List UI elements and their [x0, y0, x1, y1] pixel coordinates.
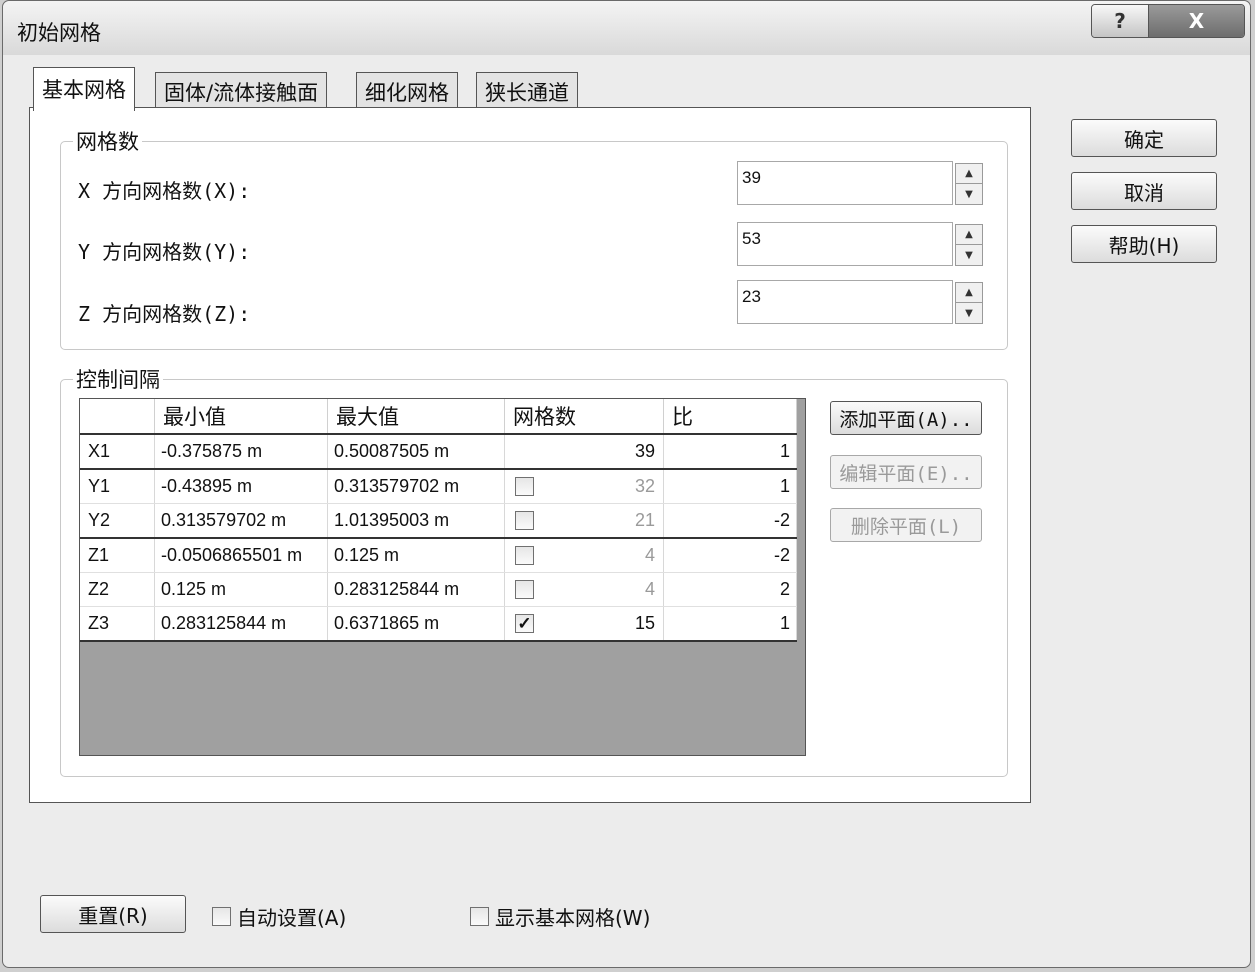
y-cells-input[interactable]: 53	[737, 222, 953, 266]
cells-cell[interactable]: 4	[504, 572, 664, 607]
delete-plane-button[interactable]: 删除平面(L)	[830, 508, 982, 542]
edit-plane-button[interactable]: 编辑平面(E)..	[830, 455, 982, 489]
z-cells-input[interactable]: 23	[737, 280, 953, 324]
table-header-row: 最小值 最大值 网格数 比	[80, 399, 797, 435]
min-cell[interactable]: -0.375875 m	[154, 434, 328, 470]
row-header-cell[interactable]: Z3	[80, 606, 155, 642]
min-cell[interactable]: -0.0506865501 m	[154, 538, 328, 573]
y-cells-label: Y 方向网格数(Y):	[78, 240, 251, 264]
z-cells-spinner[interactable]: ▲ ▼	[955, 282, 983, 324]
ok-button[interactable]: 确定	[1071, 119, 1217, 157]
cells-value: 32	[634, 476, 655, 496]
row-header-cell[interactable]: Y2	[80, 503, 155, 539]
col-header-name	[80, 399, 155, 435]
control-intervals-legend: 控制间隔	[73, 364, 163, 394]
window-title: 初始网格	[17, 21, 101, 45]
reset-button[interactable]: 重置(R)	[40, 895, 186, 933]
close-caption-button[interactable]: X	[1149, 5, 1244, 37]
table-row[interactable]: Z3 0.283125844 m 0.6371865 m ✓ 15 1	[80, 606, 797, 642]
table-row[interactable]: Y1 -0.43895 m 0.313579702 m 32 1	[80, 469, 797, 504]
max-cell[interactable]: 1.01395003 m	[327, 503, 505, 539]
max-cell[interactable]: 0.6371865 m	[327, 606, 505, 642]
row-header-cell[interactable]: Z2	[80, 572, 155, 607]
help-button[interactable]: 帮助(H)	[1071, 225, 1217, 263]
title-bar: 初始网格 ? X	[3, 1, 1250, 55]
show-basic-mesh-checkbox[interactable]	[470, 907, 489, 926]
min-cell[interactable]: 0.125 m	[154, 572, 328, 607]
show-basic-mesh-option[interactable]: 显示基本网格(W)	[470, 902, 650, 931]
x-cells-label: X 方向网格数(X):	[78, 179, 251, 203]
tab-narrow-channels[interactable]: 狭长通道	[476, 72, 578, 108]
row-header-cell[interactable]: X1	[80, 434, 155, 470]
ratio-cell[interactable]: 1	[663, 469, 797, 504]
spin-down-icon[interactable]: ▼	[956, 245, 982, 265]
cancel-button[interactable]: 取消	[1071, 172, 1217, 210]
cells-cell[interactable]: 39	[504, 434, 664, 470]
add-plane-button[interactable]: 添加平面(A)..	[830, 401, 982, 435]
cells-value: 4	[644, 545, 655, 565]
spin-down-icon[interactable]: ▼	[956, 303, 982, 323]
checkbox-icon[interactable]	[515, 546, 534, 565]
checkbox-icon[interactable]	[515, 580, 534, 599]
auto-settings-option[interactable]: 自动设置(A)	[212, 902, 346, 931]
table-row[interactable]: Z2 0.125 m 0.283125844 m 42	[80, 572, 797, 607]
cells-value: 4	[644, 579, 655, 599]
help-caption-button[interactable]: ?	[1092, 5, 1149, 37]
table-row[interactable]: Y2 0.313579702 m 1.01395003 m 21 -2	[80, 503, 797, 539]
min-cell[interactable]: 0.313579702 m	[154, 503, 328, 539]
max-cell[interactable]: 0.283125844 m	[327, 572, 505, 607]
tab-solid-fluid-interface[interactable]: 固体/流体接触面	[155, 72, 328, 108]
show-basic-mesh-label: 显示基本网格(W)	[495, 906, 651, 930]
ratio-cell[interactable]: 1	[663, 606, 797, 642]
checkbox-icon[interactable]	[515, 477, 534, 496]
intervals-grid: 最小值 最大值 网格数 比 X1 -0.375875 m 0.50087505 m 3…	[80, 399, 797, 642]
control-intervals-table[interactable]: 最小值 最大值 网格数 比 X1 -0.375875 m 0.50087505 m 3…	[79, 398, 806, 756]
spin-up-icon[interactable]: ▲	[956, 283, 982, 303]
cells-value: 15	[634, 613, 655, 633]
checkbox-checked-icon[interactable]: ✓	[515, 614, 534, 633]
col-header-min[interactable]: 最小值	[154, 399, 328, 435]
cells-value: 39	[634, 441, 655, 461]
spin-up-icon[interactable]: ▲	[956, 164, 982, 184]
auto-settings-label: 自动设置(A)	[237, 906, 347, 930]
col-header-cells[interactable]: 网格数	[504, 399, 664, 435]
checkbox-icon[interactable]	[515, 511, 534, 530]
z-cells-label: Z 方向网格数(Z):	[78, 302, 251, 326]
max-cell[interactable]: 0.313579702 m	[327, 469, 505, 504]
ratio-cell[interactable]: 1	[663, 434, 797, 470]
tab-refine-mesh[interactable]: 细化网格	[356, 72, 458, 108]
col-header-max[interactable]: 最大值	[327, 399, 505, 435]
ratio-cell[interactable]: -2	[663, 503, 797, 539]
table-row[interactable]: X1 -0.375875 m 0.50087505 m 39 1	[80, 434, 797, 470]
caption-buttons: ? X	[1091, 4, 1245, 38]
min-cell[interactable]: -0.43895 m	[154, 469, 328, 504]
cells-cell[interactable]: 4	[504, 538, 664, 573]
y-cells-spinner[interactable]: ▲ ▼	[955, 224, 983, 266]
ratio-cell[interactable]: -2	[663, 538, 797, 573]
cells-cell[interactable]: ✓ 15	[504, 606, 664, 642]
tab-basic-mesh[interactable]: 基本网格	[33, 67, 135, 111]
cells-value: 21	[634, 510, 655, 530]
ratio-cell[interactable]: 2	[663, 572, 797, 607]
cells-cell[interactable]: 21	[504, 503, 664, 539]
spin-down-icon[interactable]: ▼	[956, 184, 982, 204]
row-header-cell[interactable]: Z1	[80, 538, 155, 573]
cells-cell[interactable]: 32	[504, 469, 664, 504]
cell-count-legend: 网格数	[73, 126, 142, 156]
x-cells-input[interactable]: 39	[737, 161, 953, 205]
table-row[interactable]: Z1 -0.0506865501 m 0.125 m 4 -2	[80, 538, 797, 573]
max-cell[interactable]: 0.125 m	[327, 538, 505, 573]
col-header-ratio[interactable]: 比	[663, 399, 797, 435]
auto-settings-checkbox[interactable]	[212, 907, 231, 926]
x-cells-spinner[interactable]: ▲ ▼	[955, 163, 983, 205]
min-cell[interactable]: 0.283125844 m	[154, 606, 328, 642]
row-header-cell[interactable]: Y1	[80, 469, 155, 504]
spin-up-icon[interactable]: ▲	[956, 225, 982, 245]
max-cell[interactable]: 0.50087505 m	[327, 434, 505, 470]
